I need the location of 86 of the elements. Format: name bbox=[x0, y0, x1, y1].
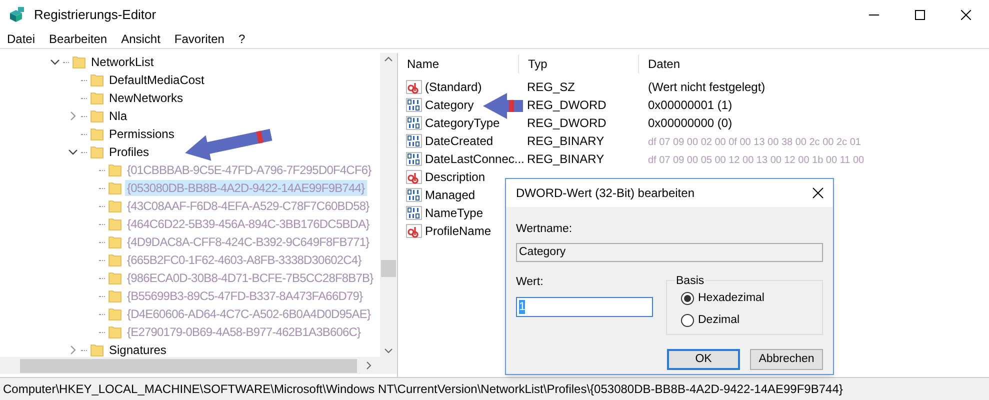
value-name[interactable]: NameType bbox=[425, 204, 484, 222]
chevron-down-icon[interactable] bbox=[50, 57, 60, 67]
tree-item[interactable]: Nla bbox=[107, 108, 130, 124]
folder-icon bbox=[90, 145, 104, 159]
tree-item[interactable]: DefaultMediaCost bbox=[107, 72, 206, 88]
maximize-icon bbox=[915, 10, 925, 20]
scroll-thumb[interactable] bbox=[381, 260, 396, 277]
value-name[interactable]: ProfileName bbox=[425, 222, 492, 240]
radio-label: Hexadezimal bbox=[698, 291, 764, 306]
value-type: REG_SZ bbox=[527, 80, 576, 94]
scroll-down-icon[interactable] bbox=[384, 348, 393, 354]
string-value-icon bbox=[406, 224, 422, 238]
field-label: Wertname: bbox=[516, 222, 574, 237]
value-name[interactable]: DateLastConnec... bbox=[425, 150, 524, 168]
close-icon bbox=[961, 10, 971, 20]
binary-value-icon bbox=[406, 116, 422, 130]
folder-icon bbox=[108, 181, 122, 195]
tree-item[interactable]: Profiles bbox=[107, 144, 152, 160]
scroll-up-icon[interactable] bbox=[384, 56, 393, 62]
chevron-right-icon[interactable] bbox=[68, 111, 78, 121]
value-type: REG_DWORD bbox=[527, 116, 606, 130]
binary-value-icon bbox=[406, 98, 422, 112]
tree-item[interactable]: NewNetworks bbox=[107, 90, 186, 106]
app-icon bbox=[8, 7, 26, 23]
tree-item[interactable]: Signatures bbox=[107, 342, 168, 357]
folder-icon bbox=[108, 271, 122, 285]
radio-button[interactable] bbox=[681, 314, 694, 328]
radio-label: Dezimal bbox=[698, 313, 740, 328]
folder-icon bbox=[108, 163, 122, 177]
menu-item[interactable]: Ansicht bbox=[121, 30, 160, 48]
dialog-button[interactable]: Abbrechen bbox=[750, 349, 823, 370]
field-label: Wert: bbox=[516, 275, 544, 290]
radio-button[interactable] bbox=[681, 292, 694, 306]
value-name[interactable]: Managed bbox=[425, 186, 476, 204]
binary-value-icon bbox=[406, 134, 422, 148]
vertical-scrollbar[interactable] bbox=[380, 53, 397, 357]
folder-icon bbox=[108, 235, 122, 249]
tree-item[interactable]: NetworkList bbox=[89, 54, 156, 70]
folder-icon bbox=[108, 253, 122, 267]
folder-icon bbox=[108, 289, 122, 303]
dialog-button[interactable]: OK bbox=[667, 349, 740, 370]
value-data: df 07 09 00 02 00 0f 00 13 00 38 00 2c 00 2c 01 bbox=[648, 137, 861, 148]
menu-item[interactable]: Datei bbox=[7, 30, 36, 48]
value-data: 0x00000000 (0) bbox=[648, 116, 732, 130]
folder-icon bbox=[90, 109, 104, 123]
folder-icon bbox=[108, 199, 122, 213]
folder-icon bbox=[72, 55, 86, 69]
menu-item[interactable]: Bearbeiten bbox=[49, 30, 108, 48]
horizontal-scrollbar[interactable] bbox=[0, 357, 397, 374]
folder-icon bbox=[108, 325, 122, 339]
value-name[interactable]: Description bbox=[425, 168, 486, 186]
value-name[interactable]: DateCreated bbox=[425, 132, 494, 150]
value-name[interactable]: CategoryType bbox=[425, 114, 500, 132]
string-value-icon bbox=[406, 80, 422, 94]
chevron-down-icon[interactable] bbox=[68, 147, 78, 157]
window-title: Registrierungs-Editor bbox=[34, 6, 156, 24]
status-bar: Computer\HKEY_LOCAL_MACHINE\SOFTWARE\Microsoft\Windows NT\CurrentVersion\NetworkList\Profiles\{053080DB-BB8B-4A2D-9422-14AE99F9B744} bbox=[0, 377, 989, 400]
tree-item[interactable]: Permissions bbox=[107, 126, 176, 142]
dialog-title: DWORD-Wert (32-Bit) bearbeiten bbox=[516, 185, 694, 202]
chevron-right-icon[interactable] bbox=[68, 345, 78, 355]
close-icon bbox=[812, 187, 824, 199]
folder-icon bbox=[90, 73, 104, 87]
menu-item[interactable]: Favoriten bbox=[174, 30, 224, 48]
value-name[interactable]: Category bbox=[425, 96, 474, 114]
value-data: (Wert nicht festgelegt) bbox=[648, 80, 766, 94]
column-header[interactable]: Typ bbox=[519, 55, 639, 73]
binary-value-icon bbox=[406, 206, 422, 220]
folder-icon bbox=[108, 217, 122, 231]
annotation-arrow bbox=[483, 93, 523, 119]
value-type: REG_DWORD bbox=[527, 98, 606, 112]
value-name-field[interactable]: Category bbox=[516, 243, 823, 262]
string-value-icon bbox=[406, 170, 422, 184]
menu-item[interactable]: ? bbox=[238, 30, 246, 48]
value-type: REG_BINARY bbox=[527, 134, 604, 148]
value-data: df 07 09 00 05 00 12 00 13 00 12 00 1b 00 11 00 bbox=[648, 155, 864, 166]
folder-icon bbox=[108, 307, 122, 321]
folder-icon bbox=[90, 127, 104, 141]
folder-icon bbox=[90, 91, 104, 105]
column-header[interactable]: Name bbox=[398, 55, 519, 73]
scroll-right-icon[interactable] bbox=[366, 361, 372, 370]
value-type: REG_BINARY bbox=[527, 152, 604, 166]
value-data: 0x00000001 (1) bbox=[648, 98, 732, 112]
column-header[interactable]: Daten bbox=[639, 55, 989, 73]
binary-value-icon bbox=[406, 152, 422, 166]
binary-value-icon bbox=[406, 188, 422, 202]
value-name[interactable]: (Standard) bbox=[425, 78, 482, 96]
